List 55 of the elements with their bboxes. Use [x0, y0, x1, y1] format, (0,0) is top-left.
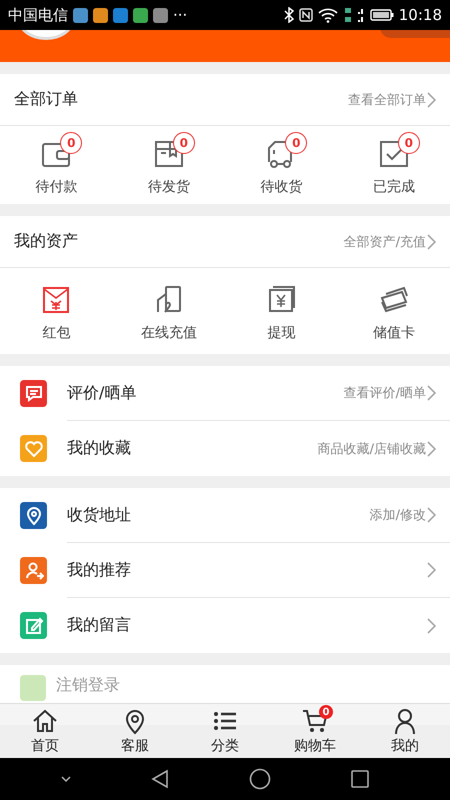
app-icon: [113, 8, 128, 22]
section-link[interactable]: 全部资产/充值: [344, 232, 426, 250]
chevron-right-icon: [426, 507, 436, 523]
wifi-icon: [318, 8, 338, 22]
home-icon: [31, 707, 59, 735]
section-title: 全部订单: [14, 89, 79, 110]
menu-label[interactable]: 我的留言: [67, 615, 426, 636]
item-label[interactable]: 待发货: [148, 178, 190, 196]
item-label[interactable]: 待收货: [260, 178, 302, 196]
chevron-right-icon: [426, 92, 436, 108]
app-icon: [133, 8, 148, 22]
tab-button[interactable]: 首页: [0, 704, 90, 758]
item-label[interactable]: 储值卡: [372, 324, 415, 342]
nfc-icon: [298, 8, 313, 22]
bluetooth-icon: [284, 7, 294, 23]
count-badge: 0: [60, 132, 82, 154]
item-label[interactable]: 待付款: [35, 178, 78, 196]
recent-apps-icon[interactable]: [350, 769, 370, 789]
battery-icon: [370, 9, 394, 21]
back-icon[interactable]: [151, 769, 170, 789]
more-notifications: ···: [173, 6, 188, 24]
chevron-right-icon: [426, 618, 436, 634]
carrier-name: 中国电信: [8, 6, 68, 24]
menu-label[interactable]: 我的收藏: [67, 438, 318, 459]
chevron-right-icon: [426, 562, 436, 578]
item-label[interactable]: 提现: [267, 324, 296, 342]
menu-link[interactable]: 商品收藏/店铺收藏: [318, 440, 426, 458]
chevron-right-icon: [426, 440, 436, 456]
menu-label[interactable]: 我的推荐: [67, 560, 426, 580]
section-title: 我的资产: [14, 231, 79, 252]
tab-button[interactable]: 客服: [90, 704, 180, 758]
clock: 10:18: [398, 6, 442, 24]
chevron-down-icon[interactable]: [60, 775, 72, 783]
count-badge: 0: [172, 132, 195, 154]
home-button-icon[interactable]: [248, 768, 271, 790]
cart-icon: [301, 707, 329, 735]
tab-button[interactable]: 0 购物车: [270, 704, 360, 758]
item-label[interactable]: 已完成: [372, 178, 415, 196]
count-badge: 0: [285, 132, 308, 154]
app-icon: [93, 8, 108, 22]
section-link[interactable]: 查看全部订单: [348, 90, 426, 108]
tab-button[interactable]: 我的: [360, 704, 450, 758]
count-badge: 0: [398, 132, 420, 154]
menu-label[interactable]: 收货地址: [67, 504, 370, 526]
app-icon: [153, 8, 168, 22]
menu-label[interactable]: 评价/晒单: [67, 382, 344, 404]
chevron-right-icon: [426, 234, 436, 250]
item-label[interactable]: 在线充值: [140, 324, 197, 342]
item-label[interactable]: 红包: [42, 324, 70, 342]
chevron-right-icon: [426, 385, 436, 401]
app-icon: [73, 8, 88, 22]
menu-link[interactable]: 添加/修改: [370, 506, 426, 524]
tab-button[interactable]: 分类: [180, 704, 270, 758]
menu-link[interactable]: 查看评价/晒单: [344, 384, 426, 402]
signal-icon: [342, 6, 365, 24]
